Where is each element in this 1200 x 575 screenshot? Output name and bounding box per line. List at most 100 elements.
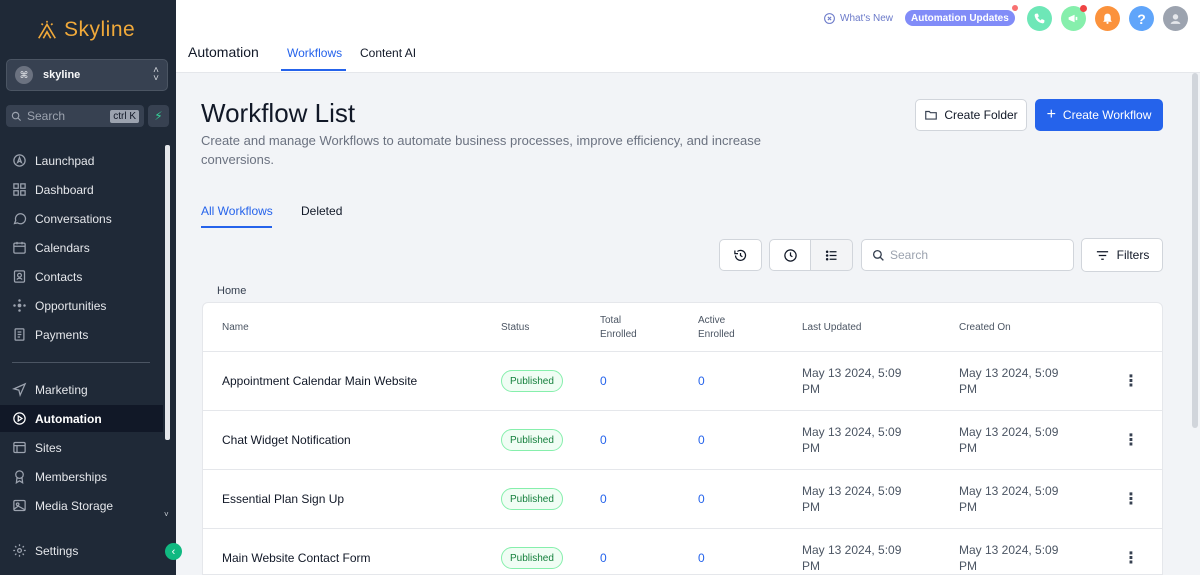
sidebar-item-payments[interactable]: Payments <box>0 321 163 348</box>
table-row[interactable]: Essential Plan Sign Up Published 0 0 May… <box>203 470 1162 529</box>
shortcut-hint: ctrl K <box>110 109 139 123</box>
sidebar-item-label: Contacts <box>35 269 83 284</box>
workflow-name[interactable]: Essential Plan Sign Up <box>222 470 344 528</box>
list-view-button[interactable] <box>810 239 853 271</box>
total-enrolled-value[interactable]: 0 <box>600 374 607 388</box>
image-icon <box>12 498 27 513</box>
last-updated-value: May 13 2024, 5:09 PM <box>802 366 902 396</box>
sidebar-scrollbar[interactable] <box>165 145 170 440</box>
table-row[interactable]: Appointment Calendar Main Website Publis… <box>203 352 1162 411</box>
tab-workflows[interactable]: Workflows <box>287 46 342 60</box>
active-enrolled-value[interactable]: 0 <box>698 551 705 565</box>
gear-icon <box>12 543 27 558</box>
active-enrolled-value[interactable]: 0 <box>698 433 705 447</box>
column-last-updated[interactable]: Last Updated <box>802 303 862 352</box>
sidebar-item-marketing[interactable]: Marketing <box>0 376 163 403</box>
created-on-value: May 13 2024, 5:09 PM <box>959 366 1059 396</box>
top-bar: What's New Automation Updates ? Automati… <box>176 0 1200 73</box>
sidebar-item-label: Opportunities <box>35 298 107 313</box>
whats-new-label: What's New <box>840 12 894 24</box>
contacts-icon <box>12 269 27 284</box>
more-options-icon[interactable]: ⋮ <box>1123 371 1139 391</box>
sidebar-item-label: Conversations <box>35 211 112 226</box>
sidebar-item-dashboard[interactable]: Dashboard <box>0 176 163 203</box>
create-workflow-label: Create Workflow <box>1062 108 1152 122</box>
breadcrumb[interactable]: Home <box>217 285 246 297</box>
brand-logo[interactable]: Skyline <box>36 18 135 42</box>
sidebar-item-calendars[interactable]: Calendars <box>0 234 163 261</box>
recent-view-button[interactable] <box>769 239 811 271</box>
page-title: Workflow List <box>201 98 356 128</box>
account-switcher[interactable]: ⌘ skyline ˄ ˅ <box>6 59 168 91</box>
create-workflow-button[interactable]: + Create Workflow <box>1035 99 1163 131</box>
column-status[interactable]: Status <box>501 303 529 352</box>
created-on-value: May 13 2024, 5:09 PM <box>959 425 1059 455</box>
filters-label: Filters <box>1116 248 1150 262</box>
total-enrolled-value[interactable]: 0 <box>600 551 607 565</box>
more-options-icon[interactable]: ⋮ <box>1123 489 1139 509</box>
sparkle-icon <box>824 12 835 24</box>
status-badge: Published <box>501 429 563 451</box>
launchpad-icon <box>12 153 27 168</box>
history-button[interactable] <box>719 239 762 271</box>
collapse-sidebar-button[interactable]: ‹ <box>165 543 182 560</box>
sidebar-item-memberships[interactable]: Memberships <box>0 463 163 490</box>
more-options-icon[interactable]: ⋮ <box>1123 430 1139 450</box>
help-icon: ? <box>1137 10 1146 27</box>
automation-updates-badge[interactable]: Automation Updates <box>905 10 1015 26</box>
sidebar-item-contacts[interactable]: Contacts <box>0 263 163 290</box>
phone-button[interactable] <box>1027 6 1052 31</box>
dashboard-icon <box>12 182 27 197</box>
account-avatar-icon: ⌘ <box>15 66 33 84</box>
workflow-name[interactable]: Chat Widget Notification <box>222 411 351 469</box>
workflow-search-input[interactable]: Search <box>861 239 1074 271</box>
sidebar-divider <box>12 362 150 363</box>
notifications-button[interactable] <box>1095 6 1120 31</box>
workflow-name[interactable]: Appointment Calendar Main Website <box>222 352 417 410</box>
last-updated-value: May 13 2024, 5:09 PM <box>802 543 902 573</box>
sidebar-item-opportunities[interactable]: Opportunities <box>0 292 163 319</box>
sidebar-item-automation[interactable]: Automation <box>0 405 163 432</box>
total-enrolled-value[interactable]: 0 <box>600 433 607 447</box>
whats-new-link[interactable]: What's New <box>823 10 893 26</box>
workflow-name[interactable]: Main Website Contact Form <box>222 529 371 574</box>
quick-action-bolt-icon[interactable]: ⚡ <box>148 105 169 127</box>
notification-dot <box>1080 5 1087 12</box>
more-options-icon[interactable]: ⋮ <box>1123 548 1139 568</box>
column-total-enrolled[interactable]: Total Enrolled <box>600 303 650 352</box>
help-button[interactable]: ? <box>1129 6 1154 31</box>
filters-button[interactable]: Filters <box>1081 238 1163 272</box>
sidebar: Skyline ⌘ skyline ˄ ˅ Search ctrl K ⚡ Lau… <box>0 0 182 575</box>
table-row[interactable]: Chat Widget Notification Published 0 0 M… <box>203 411 1162 470</box>
total-enrolled-value[interactable]: 0 <box>600 492 607 506</box>
sidebar-search[interactable]: Search ctrl K <box>6 105 144 127</box>
table-row[interactable]: Main Website Contact Form Published 0 0 … <box>203 529 1162 574</box>
sidebar-item-conversations[interactable]: Conversations <box>0 205 163 232</box>
announcements-button[interactable] <box>1061 5 1087 31</box>
page-scrollbar[interactable] <box>1192 73 1198 428</box>
column-active-enrolled[interactable]: Active Enrolled <box>698 303 748 352</box>
notification-dot <box>1012 5 1018 11</box>
sidebar-item-label: Launchpad <box>35 153 95 168</box>
sidebar-item-label: Dashboard <box>35 182 94 197</box>
tab-all-workflows[interactable]: All Workflows <box>201 204 273 218</box>
column-created-on[interactable]: Created On <box>959 303 1011 352</box>
create-folder-button[interactable]: Create Folder <box>915 99 1027 131</box>
active-enrolled-value[interactable]: 0 <box>698 374 705 388</box>
sidebar-item-sites[interactable]: Sites <box>0 434 163 461</box>
sidebar-item-label: Payments <box>35 327 89 342</box>
sidebar-item-settings[interactable]: Settings <box>0 537 163 564</box>
bell-icon <box>1103 13 1112 24</box>
sidebar-item-launchpad[interactable]: Launchpad <box>0 147 163 174</box>
globe-icon <box>12 440 27 455</box>
column-name[interactable]: Name <box>222 303 249 352</box>
clock-icon <box>783 248 797 262</box>
tab-content-ai[interactable]: Content AI <box>360 46 416 60</box>
sidebar-item-media-storage[interactable]: Media Storage <box>0 492 163 519</box>
user-avatar[interactable] <box>1163 6 1188 31</box>
scroll-down-icon[interactable]: ˅ <box>164 510 169 519</box>
account-name: skyline <box>43 69 81 81</box>
active-enrolled-value[interactable]: 0 <box>698 492 705 506</box>
created-on-value: May 13 2024, 5:09 PM <box>959 543 1059 573</box>
tab-deleted[interactable]: Deleted <box>301 204 342 218</box>
